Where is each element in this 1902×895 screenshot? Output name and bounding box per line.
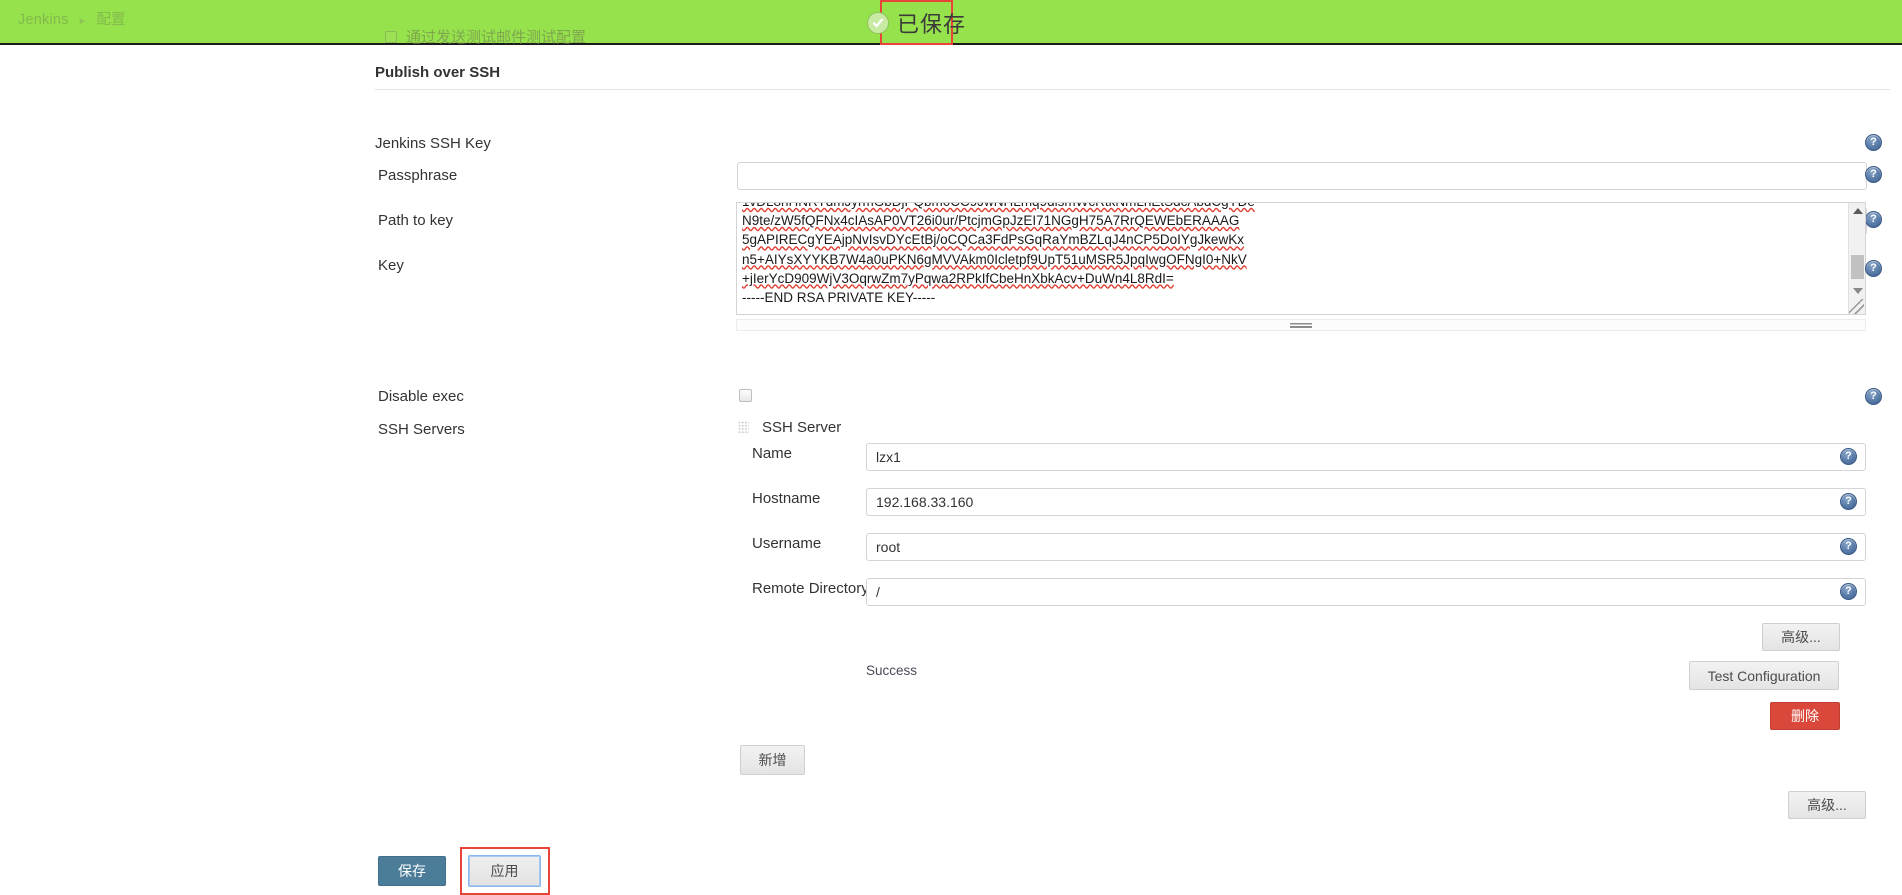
saved-toast: 已保存 [867,0,965,45]
obscured-test-email-label: 通过发送测试邮件测试配置 [406,29,587,46]
obscured-checkbox-icon [385,30,397,43]
label-path-to-key: Path to key [378,212,454,229]
passphrase-input[interactable] [737,162,1867,190]
drag-grip-icon[interactable] [1290,323,1312,328]
help-icon-username[interactable]: ? [1840,538,1857,555]
test-configuration-button[interactable]: Test Configuration [1689,661,1839,690]
scroll-up-arrow-icon[interactable] [1849,203,1865,218]
server-remote-directory-input[interactable] [866,578,1866,606]
apply-button[interactable]: 应用 [468,855,541,887]
label-remote-directory: Remote Directory [752,580,869,597]
help-icon-remote-directory[interactable]: ? [1840,583,1857,600]
scroll-down-arrow-icon[interactable] [1849,283,1865,298]
saved-toast-label: 已保存 [897,11,967,37]
test-configuration-status: Success [866,663,918,678]
label-hostname: Hostname [752,490,821,507]
label-key: Key [378,257,404,274]
breadcrumb-item-current[interactable]: 配置 [96,12,125,28]
section-title-publish-over-ssh: Publish over SSH [375,64,501,81]
breadcrumb: Jenkins ▸ 配置 [18,8,126,29]
key-textarea-scrollbar[interactable] [1848,203,1865,314]
label-ssh-servers: SSH Servers [378,421,465,438]
help-icon-path-to-key[interactable]: ? [1865,211,1882,228]
server-advanced-button[interactable]: 高级... [1762,623,1840,651]
help-icon-hostname[interactable]: ? [1840,493,1857,510]
label-disable-exec: Disable exec [378,388,464,405]
label-name: Name [752,445,793,462]
textarea-resize-handle-icon[interactable] [1849,299,1864,314]
key-textarea-drag-bar[interactable] [736,319,1866,331]
breadcrumb-separator-icon: ▸ [79,15,86,27]
obscured-test-email-row: 通过发送测试邮件测试配置 [385,26,586,47]
ssh-server-heading: SSH Server [762,419,842,436]
disable-exec-checkbox[interactable] [739,389,752,402]
label-jenkins-ssh-key: Jenkins SSH Key [375,135,491,152]
key-textarea[interactable]: 1vDL8nHNRTdmJyrmGbDjPQbm0CC9JwNHLmq9dlsm… [736,202,1866,315]
label-passphrase: Passphrase [378,167,458,184]
server-name-input[interactable] [866,443,1866,471]
label-username: Username [752,535,822,552]
help-icon-disable-exec[interactable]: ? [1865,388,1882,405]
section-divider [375,89,1890,90]
help-icon-jenkins-ssh-key[interactable]: ? [1865,134,1882,151]
check-circle-icon [867,11,889,34]
help-icon-key[interactable]: ? [1865,260,1882,277]
save-button[interactable]: 保存 [378,856,446,886]
key-textarea-content: 1vDL8nHNRTdmJyrmGbDjPQbm0CC9JwNHLmq9dlsm… [742,203,1255,306]
add-server-button[interactable]: 新增 [740,745,805,775]
ssh-server-drag-handle-icon[interactable] [738,421,749,434]
scrollbar-thumb[interactable] [1851,255,1864,279]
server-hostname-input[interactable] [866,488,1866,516]
help-icon-name[interactable]: ? [1840,448,1857,465]
delete-server-button[interactable]: 删除 [1770,702,1840,730]
breadcrumb-item-jenkins[interactable]: Jenkins [18,12,69,28]
help-icon-passphrase[interactable]: ? [1865,166,1882,183]
global-advanced-button[interactable]: 高级... [1788,791,1866,819]
server-username-input[interactable] [866,533,1866,561]
